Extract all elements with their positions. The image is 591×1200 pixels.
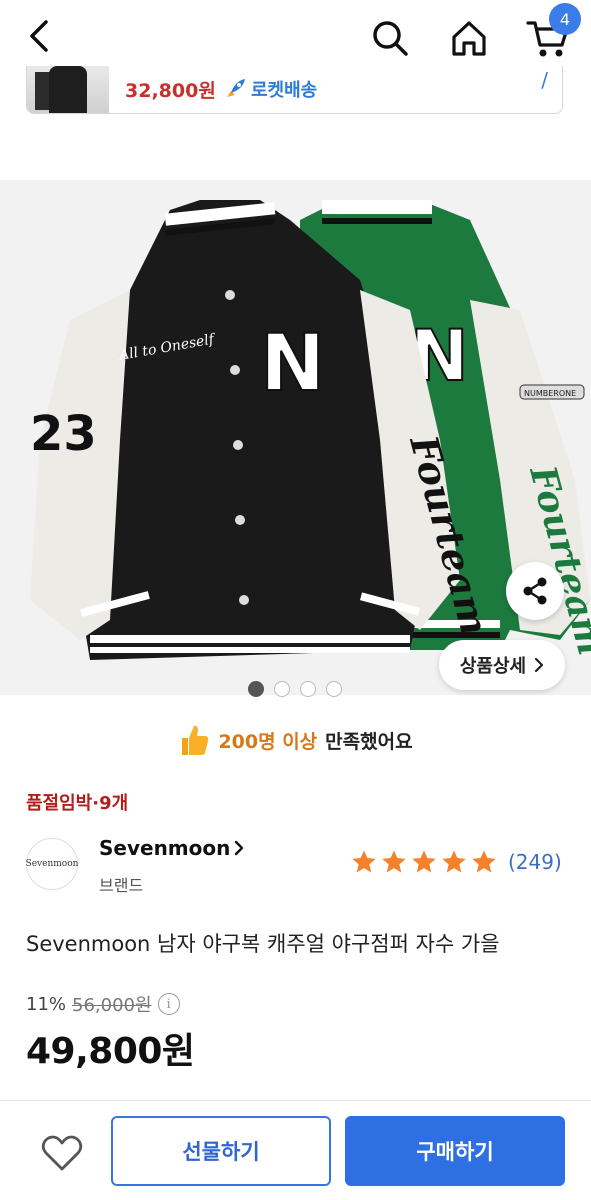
info-icon[interactable]: i: [157, 993, 180, 1015]
brand-sublabel: 브랜드: [99, 876, 144, 895]
carousel-dot[interactable]: [300, 681, 316, 697]
share-button[interactable]: [506, 562, 564, 620]
satisfaction-banner: 200명 이상 만족했어요: [0, 716, 591, 764]
svg-text:23: 23: [30, 406, 97, 462]
bottom-action-bar: 선물하기 구매하기: [0, 1100, 591, 1200]
chevron-right-icon: [535, 657, 544, 673]
product-main-image[interactable]: N Fourteam NUMBERONE N All to Oneself 23…: [0, 180, 591, 695]
carousel-dot[interactable]: [326, 681, 342, 697]
home-button[interactable]: [445, 14, 493, 62]
wishlist-button[interactable]: [38, 1129, 86, 1177]
mini-price: 32,800원: [125, 80, 216, 102]
rating-summary[interactable]: (249): [350, 848, 562, 876]
review-count: (249): [508, 850, 562, 874]
satisfaction-count: 200명 이상: [218, 730, 318, 753]
varsity-jacket-illustration: N Fourteam NUMBERONE N All to Oneself 23…: [0, 180, 591, 695]
star-icon: [472, 850, 496, 873]
rocket-shipping-label: 로켓배송: [223, 76, 317, 102]
product-detail-label: 상품상세: [459, 656, 527, 677]
search-icon: [373, 21, 408, 56]
search-button[interactable]: [366, 14, 414, 62]
brand-logo[interactable]: Sevenmoon: [26, 838, 78, 890]
discount-rate: 11%: [26, 993, 67, 1015]
share-icon: [523, 577, 547, 605]
gift-button[interactable]: 선물하기: [111, 1116, 331, 1186]
chevron-left-icon: [30, 20, 48, 52]
svg-text:N: N: [260, 319, 325, 409]
star-icon: [412, 850, 436, 873]
product-title: Sevenmoon 남자 야구복 캐주얼 야구점퍼 자수 가을: [26, 932, 500, 956]
buy-button[interactable]: 구매하기: [345, 1116, 565, 1186]
discount-row: 11% 56,000원 i: [26, 991, 180, 1017]
satisfaction-text: 만족했어요: [325, 730, 413, 753]
chevron-right-icon: [235, 840, 244, 856]
carousel-dot[interactable]: [248, 681, 264, 697]
sticky-product-summary[interactable]: 32,800원 로켓배송 /: [26, 66, 563, 114]
carousel-dot[interactable]: [274, 681, 290, 697]
heart-icon: [41, 1135, 83, 1171]
svg-text:NUMBERONE: NUMBERONE: [524, 389, 576, 398]
cart-count-badge: 4: [549, 3, 581, 35]
thumbs-up-icon: [182, 725, 209, 755]
mini-product-thumbnail: [27, 66, 109, 113]
rocket-shipping-text: 로켓배송: [251, 80, 318, 101]
sale-price: 49,800원: [26, 1031, 195, 1072]
top-navigation-bar: 4: [0, 0, 591, 70]
image-carousel-indicator: [248, 681, 342, 697]
brand-name: Sevenmoon: [99, 836, 231, 860]
back-button[interactable]: [18, 14, 62, 58]
star-icon: [442, 850, 466, 873]
slash-icon: /: [541, 68, 548, 92]
star-icon: [352, 850, 376, 873]
rocket-icon: [227, 79, 245, 97]
brand-link[interactable]: Sevenmoon: [99, 836, 244, 860]
product-detail-button[interactable]: 상품상세: [439, 640, 565, 690]
stock-notice: 품절임박·9개: [26, 793, 129, 814]
star-icon: [382, 850, 406, 873]
home-icon: [452, 21, 486, 56]
original-price: 56,000원: [72, 995, 152, 1016]
